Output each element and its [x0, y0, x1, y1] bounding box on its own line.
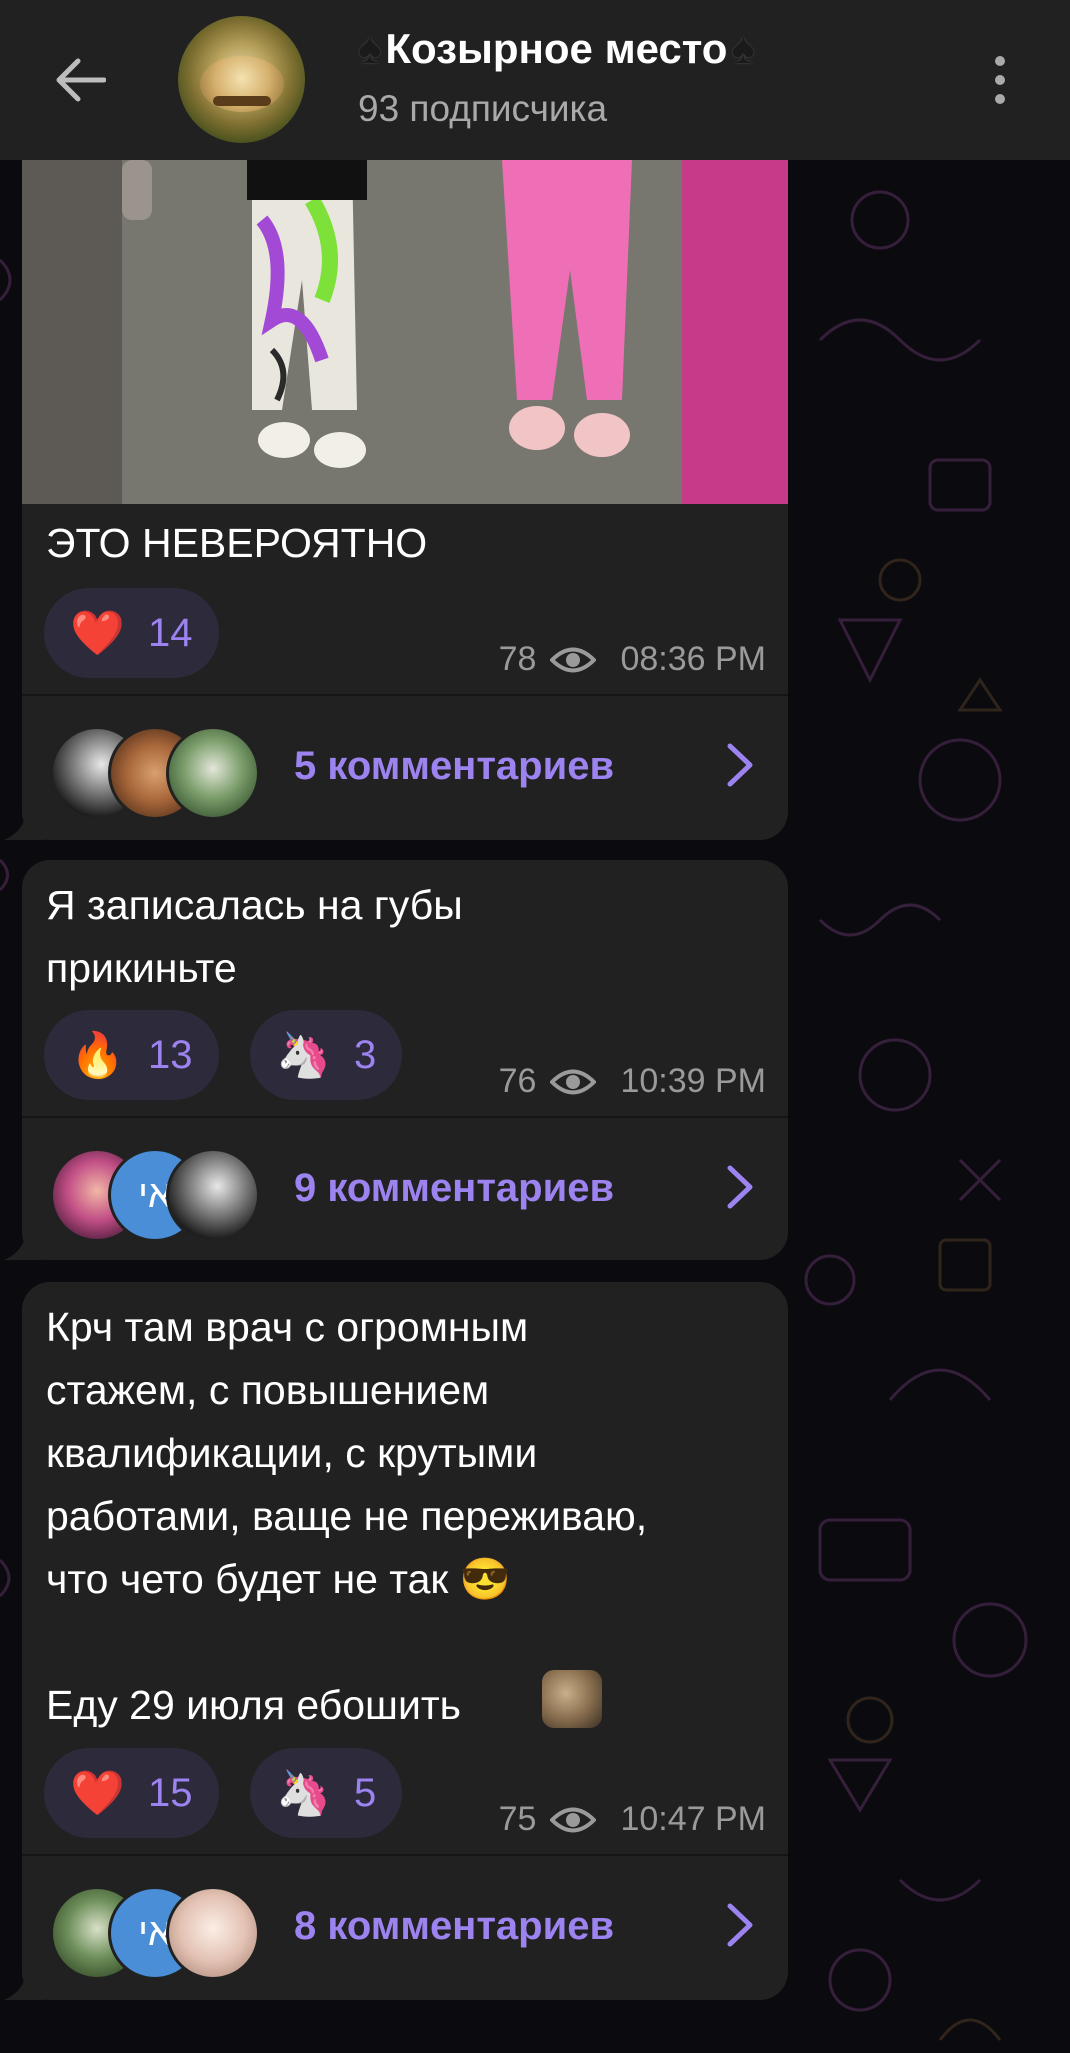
view-count: 76 [498, 1062, 537, 1100]
subscriber-count: 93 подписчика [358, 88, 608, 129]
reaction-heart[interactable]: ❤️ 15 [44, 1748, 219, 1838]
video-thumbnail[interactable] [22, 160, 788, 504]
reaction-fire[interactable]: 🔥 13 [44, 1010, 219, 1100]
reaction-count: 13 [148, 1032, 193, 1077]
channel-title[interactable]: ♠ Козырное место ♠ [358, 24, 755, 74]
message-bubble[interactable]: Крч там врач с огромным стажем, с повыше… [4, 1282, 788, 2000]
commenter-avatars [50, 726, 270, 820]
chevron-right-icon [727, 1165, 753, 1209]
comments-count: 9 комментариев [294, 1166, 615, 1210]
comments-button[interactable]: אי 8 комментариев [22, 1856, 788, 1996]
message-text: ЭТО НЕВЕРОЯТНО [46, 520, 428, 566]
reaction-count: 5 [354, 1770, 377, 1815]
message-bubble[interactable]: ЭТО НЕВЕРОЯТНО ❤️ 14 78 08:36 PM 5 комме… [4, 160, 788, 840]
chat-header: ♠ Козырное место ♠ 93 подписчика [0, 0, 1070, 160]
message-meta: 78 08:36 PM [499, 640, 766, 679]
message-text: Я записалась на губы прикиньте [46, 882, 463, 991]
more-menu-button[interactable] [970, 44, 1030, 116]
avatar [166, 1148, 260, 1242]
spade-icon: ♠ [358, 24, 382, 73]
comments-button[interactable]: אי 9 комментариев [22, 1118, 788, 1258]
video-frame [22, 160, 788, 504]
comments-count: 8 комментариев [294, 1904, 615, 1948]
message-meta: 75 10:47 PM [499, 1800, 766, 1839]
commenter-avatars: אי [50, 1148, 270, 1242]
unicorn-icon: 🦄 [276, 1769, 331, 1818]
eye-icon [550, 1069, 597, 1094]
avatar [166, 1886, 260, 1980]
reaction-unicorn[interactable]: 🦄 5 [250, 1748, 403, 1838]
dot-icon [995, 94, 1005, 104]
message-bubble[interactable]: Я записалась на губы прикиньте 🔥 13 🦄 3 … [4, 860, 788, 1260]
dot-icon [995, 75, 1005, 85]
avatar-mouth [213, 96, 271, 106]
back-button[interactable] [40, 44, 120, 116]
bubble-tail [4, 1960, 44, 2000]
avatar [166, 726, 260, 820]
reaction-count: 15 [148, 1770, 193, 1815]
reaction-heart[interactable]: ❤️ 14 [44, 588, 219, 678]
spade-icon: ♠ [731, 24, 755, 73]
bubble-tail [4, 1220, 44, 1260]
message-meta: 76 10:39 PM [499, 1062, 766, 1101]
view-count: 75 [498, 1800, 537, 1838]
fire-icon: 🔥 [70, 1031, 125, 1080]
sticker-emoji [542, 1670, 602, 1728]
channel-avatar[interactable] [178, 16, 305, 143]
comments-button[interactable]: 5 комментариев [22, 696, 788, 836]
bubble-tail [4, 800, 44, 840]
comments-count: 5 комментариев [294, 744, 615, 788]
message-time: 10:47 PM [620, 1800, 766, 1838]
arrow-left-icon [56, 58, 106, 102]
view-count: 78 [498, 640, 537, 678]
channel-title-text: Козырное место [385, 25, 728, 72]
chevron-right-icon [727, 1903, 753, 1947]
chevron-right-icon [727, 743, 753, 787]
reaction-count: 14 [148, 610, 193, 655]
commenter-avatars: אי [50, 1886, 270, 1980]
eye-icon [550, 1807, 597, 1832]
eye-icon [550, 647, 597, 672]
reaction-unicorn[interactable]: 🦄 3 [250, 1010, 403, 1100]
heart-icon: ❤️ [70, 609, 125, 658]
message-time: 10:39 PM [620, 1062, 766, 1100]
dot-icon [995, 56, 1005, 66]
message-time: 08:36 PM [620, 640, 766, 678]
unicorn-icon: 🦄 [276, 1031, 331, 1080]
reaction-count: 3 [354, 1032, 377, 1077]
heart-icon: ❤️ [70, 1769, 125, 1818]
